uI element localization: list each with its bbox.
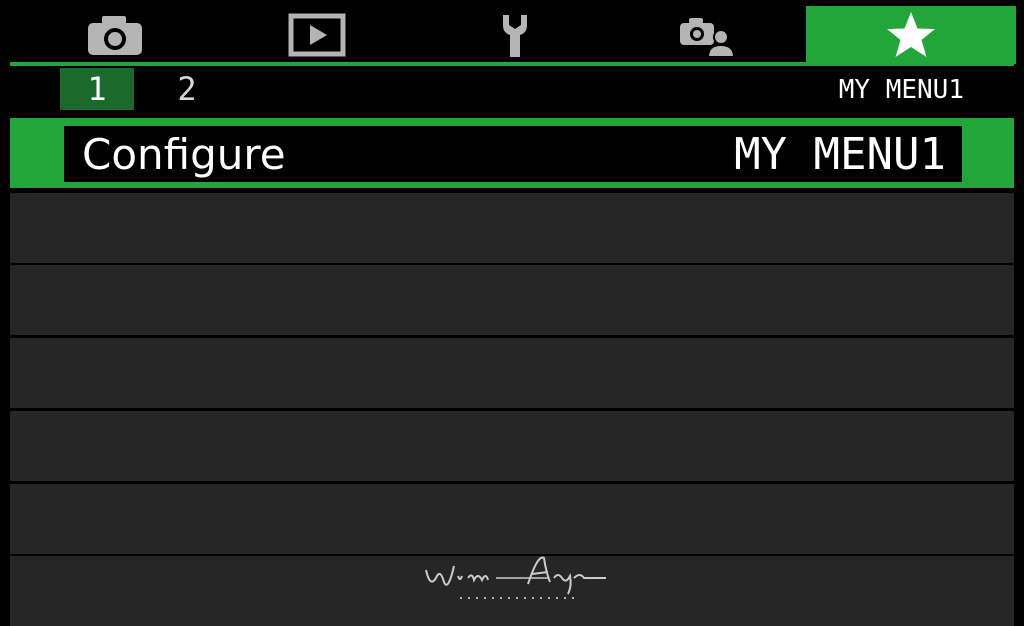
menu-item-empty bbox=[10, 338, 1014, 408]
menu-item-value: MY MENU1 bbox=[734, 128, 946, 180]
playback-icon bbox=[288, 13, 346, 57]
camera-icon bbox=[86, 13, 144, 57]
menu-item-body: Configure MY MENU1 bbox=[64, 126, 962, 182]
menu-tab-bar bbox=[0, 0, 1024, 64]
menu-item-label: Configure bbox=[82, 129, 286, 179]
current-menu-title: MY MENU1 bbox=[838, 75, 964, 105]
menu-list: Configure MY MENU1 bbox=[10, 118, 1014, 626]
tab-shooting[interactable] bbox=[70, 6, 160, 64]
menu-item-empty bbox=[10, 411, 1014, 481]
star-icon bbox=[884, 10, 938, 60]
page-tab-2[interactable]: 2 bbox=[150, 68, 224, 110]
menu-item-configure[interactable]: Configure MY MENU1 bbox=[10, 118, 1014, 188]
wrench-icon bbox=[495, 11, 535, 59]
menu-item-empty bbox=[10, 484, 1014, 554]
tab-my-menu[interactable] bbox=[806, 6, 1016, 64]
menu-item-empty bbox=[10, 265, 1014, 335]
tab-playback[interactable] bbox=[272, 6, 362, 64]
photographer-signature-watermark bbox=[420, 548, 610, 602]
tab-custom-functions[interactable] bbox=[662, 6, 752, 64]
page-tab-1[interactable]: 1 bbox=[60, 68, 134, 110]
tab-setup[interactable] bbox=[470, 6, 560, 64]
menu-item-empty bbox=[10, 193, 1014, 263]
camera-person-icon bbox=[677, 13, 737, 57]
